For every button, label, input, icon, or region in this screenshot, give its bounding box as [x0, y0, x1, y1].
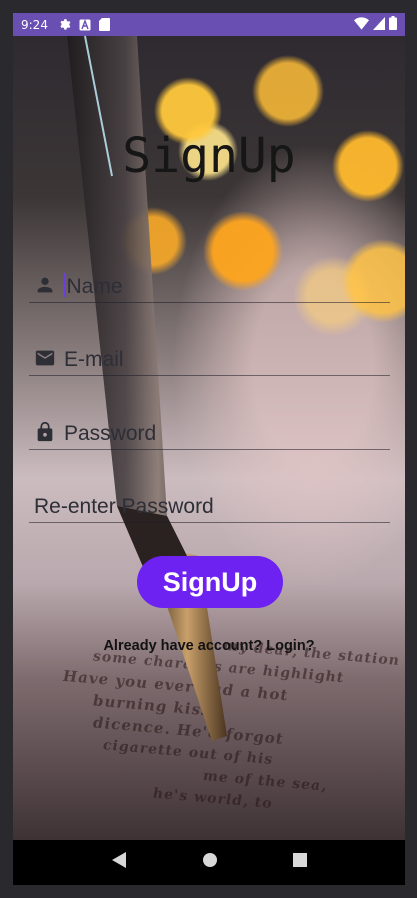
- phone-screen: 9:24 my dear, the station some charades …: [13, 13, 405, 885]
- recents-icon[interactable]: [293, 853, 308, 872]
- sd-card-icon: [98, 18, 110, 31]
- status-time: 9:24: [21, 17, 48, 32]
- name-placeholder: Name: [66, 275, 123, 298]
- signup-button[interactable]: SignUp: [137, 556, 283, 608]
- signal-icon: [373, 16, 385, 33]
- status-bar: 9:24: [13, 13, 405, 36]
- email-input[interactable]: E-mail: [64, 347, 124, 373]
- person-icon: [34, 274, 56, 296]
- lock-icon: [34, 421, 56, 443]
- text-cursor: [64, 273, 66, 297]
- battery-icon: [389, 16, 397, 33]
- reenter-password-input[interactable]: Re-enter Password: [34, 494, 214, 520]
- name-input[interactable]: Name: [64, 273, 123, 300]
- password-field[interactable]: Password: [29, 406, 390, 450]
- back-icon[interactable]: [111, 851, 127, 874]
- login-link[interactable]: Already have account? Login?: [13, 638, 405, 654]
- gear-icon: [58, 18, 71, 31]
- device-frame: 9:24 my dear, the station some charades …: [0, 0, 417, 898]
- mail-icon: [34, 347, 56, 369]
- a-icon: [79, 18, 91, 31]
- email-field[interactable]: E-mail: [29, 332, 390, 376]
- wifi-icon: [354, 16, 369, 33]
- page-title: SignUp: [122, 128, 296, 184]
- password-input[interactable]: Password: [64, 421, 156, 447]
- name-field[interactable]: Name: [29, 259, 390, 303]
- home-icon[interactable]: [202, 852, 218, 873]
- navigation-bar: [13, 840, 405, 885]
- reenter-password-field[interactable]: Re-enter Password: [29, 479, 390, 523]
